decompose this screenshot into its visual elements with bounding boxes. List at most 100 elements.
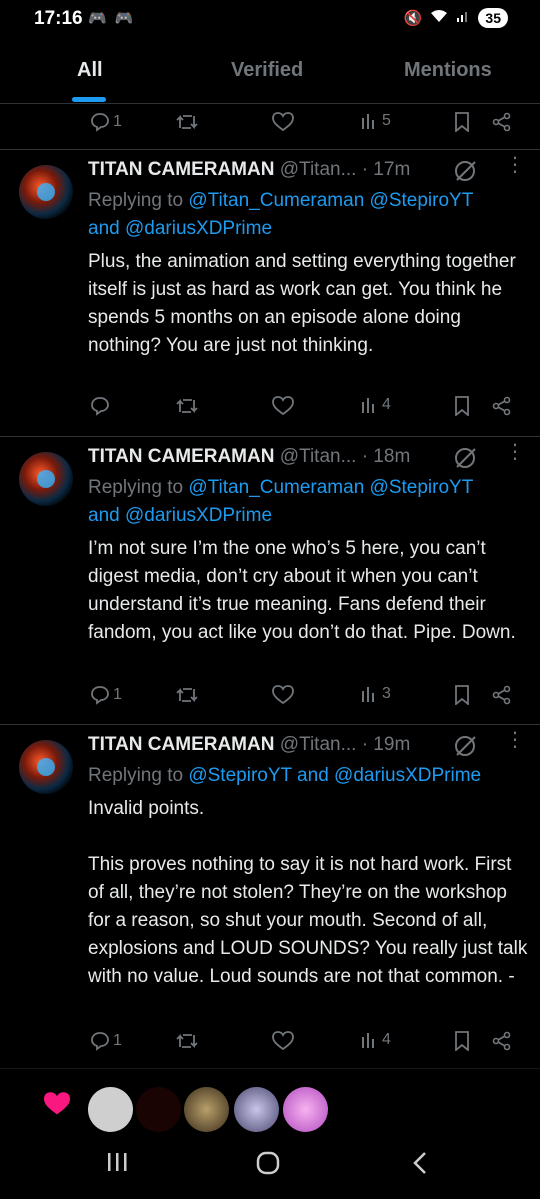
retweet-icon bbox=[176, 398, 198, 414]
handle[interactable]: @Titan... bbox=[280, 159, 357, 180]
status-time: 17:16 bbox=[34, 8, 83, 29]
liker-avatar[interactable] bbox=[283, 1087, 328, 1132]
views-icon bbox=[362, 398, 374, 413]
mention-link[interactable]: @dariusXDPrime bbox=[334, 765, 481, 786]
reply-button[interactable] bbox=[90, 396, 113, 416]
heart-icon bbox=[272, 1031, 294, 1051]
tweet-actions: 1 3 bbox=[0, 685, 540, 715]
home-icon[interactable] bbox=[255, 1150, 281, 1176]
mention-link[interactable]: @Titan_Cumeraman @StepiroYT bbox=[188, 190, 473, 211]
share-button[interactable] bbox=[492, 1031, 512, 1051]
bookmark-icon bbox=[455, 685, 469, 705]
mention-link[interactable]: @StepiroYT bbox=[188, 765, 291, 786]
share-button[interactable] bbox=[492, 685, 512, 705]
share-icon bbox=[492, 112, 511, 132]
handle[interactable]: @Titan... bbox=[280, 734, 357, 755]
bookmark-icon bbox=[455, 1031, 469, 1051]
tweet-actions: 4 bbox=[0, 396, 540, 426]
reply-count: 1 bbox=[113, 113, 122, 130]
avatar[interactable] bbox=[19, 165, 73, 219]
tweet-card[interactable]: TITAN CAMERAMAN @Titan... · 19m ⋮ Replyi… bbox=[0, 724, 540, 1069]
share-icon bbox=[492, 1031, 511, 1051]
mention-link[interactable]: @dariusXDPrime bbox=[125, 218, 272, 239]
liker-avatar[interactable] bbox=[136, 1087, 181, 1132]
system-nav-bar bbox=[0, 1132, 540, 1199]
reply-icon bbox=[91, 1032, 109, 1051]
bookmark-button[interactable] bbox=[454, 1031, 470, 1051]
liker-avatar[interactable] bbox=[234, 1087, 279, 1132]
recent-apps-icon[interactable] bbox=[105, 1150, 129, 1174]
mute-icon: 🔇 bbox=[403, 10, 423, 27]
views-button[interactable]: 4 bbox=[361, 1031, 391, 1049]
active-tab-indicator bbox=[72, 97, 106, 102]
reply-button[interactable]: 1 bbox=[90, 1031, 122, 1051]
display-name[interactable]: TITAN CAMERAMAN bbox=[88, 159, 274, 180]
retweet-button[interactable] bbox=[176, 1031, 198, 1051]
heart-icon bbox=[272, 112, 294, 132]
tab-mentions[interactable]: Mentions bbox=[404, 59, 492, 82]
mention-link[interactable]: @dariusXDPrime bbox=[125, 505, 272, 526]
share-button[interactable] bbox=[492, 112, 512, 132]
replying-to: Replying to @StepiroYT and @dariusXDPrim… bbox=[88, 765, 482, 786]
view-count: 4 bbox=[382, 1031, 391, 1048]
like-button[interactable] bbox=[272, 1031, 294, 1051]
top-tweet-actions: 1 5 bbox=[0, 108, 540, 138]
status-bar: 17:16 🎮 🎮 🔇 35 bbox=[0, 0, 540, 40]
display-name[interactable]: TITAN CAMERAMAN bbox=[88, 734, 274, 755]
reply-icon bbox=[91, 686, 109, 705]
retweet-button[interactable] bbox=[176, 396, 198, 416]
retweet-button[interactable] bbox=[176, 685, 198, 705]
reply-button[interactable]: 1 bbox=[90, 685, 122, 705]
wifi-icon bbox=[430, 9, 448, 27]
handle[interactable]: @Titan... bbox=[280, 446, 357, 467]
reply-button[interactable]: 1 bbox=[90, 112, 122, 132]
liker-avatar[interactable] bbox=[88, 1087, 133, 1132]
timestamp: · 18m bbox=[361, 446, 411, 467]
view-count: 4 bbox=[382, 396, 391, 413]
display-name[interactable]: TITAN CAMERAMAN bbox=[88, 446, 274, 467]
share-button[interactable] bbox=[492, 396, 512, 416]
back-icon[interactable] bbox=[410, 1150, 430, 1176]
reply-count: 1 bbox=[113, 1032, 122, 1049]
like-button[interactable] bbox=[272, 112, 294, 132]
timestamp: · 17m bbox=[361, 159, 411, 180]
more-options-icon[interactable]: ⋮ bbox=[505, 730, 525, 750]
views-icon bbox=[362, 1033, 374, 1048]
more-options-icon[interactable]: ⋮ bbox=[505, 155, 525, 175]
tweet-text: I’m not sure I’m the one who’s 5 here, y… bbox=[88, 538, 516, 643]
more-options-icon[interactable]: ⋮ bbox=[505, 442, 525, 462]
bookmark-button[interactable] bbox=[454, 112, 470, 132]
reply-icon bbox=[91, 113, 109, 132]
bookmark-button[interactable] bbox=[454, 685, 470, 705]
tweet-card[interactable]: TITAN CAMERAMAN @Titan... · 18m ⋮ Replyi… bbox=[0, 436, 540, 725]
tweet-text: Plus, the animation and setting everythi… bbox=[88, 251, 516, 356]
views-button[interactable]: 5 bbox=[361, 112, 391, 130]
view-count: 3 bbox=[382, 685, 391, 702]
retweet-icon bbox=[176, 114, 198, 130]
views-button[interactable]: 3 bbox=[361, 685, 391, 703]
tweet-actions: 1 4 bbox=[0, 1031, 540, 1061]
grok-icon[interactable] bbox=[454, 735, 478, 757]
liker-avatar[interactable] bbox=[184, 1087, 229, 1132]
tab-verified[interactable]: Verified bbox=[231, 59, 303, 82]
liked-heart-icon bbox=[44, 1092, 70, 1115]
bookmark-button[interactable] bbox=[454, 396, 470, 416]
views-button[interactable]: 4 bbox=[361, 396, 391, 414]
heart-icon bbox=[272, 396, 294, 416]
avatar[interactable] bbox=[19, 452, 73, 506]
grok-icon[interactable] bbox=[454, 447, 478, 469]
reply-icon bbox=[91, 397, 109, 416]
heart-icon bbox=[272, 685, 294, 705]
retweet-button[interactable] bbox=[176, 112, 198, 132]
tab-all[interactable]: All bbox=[77, 59, 103, 82]
signal-icon bbox=[456, 9, 470, 27]
avatar[interactable] bbox=[19, 740, 73, 794]
tweet-card[interactable]: TITAN CAMERAMAN @Titan... · 17m ⋮ Replyi… bbox=[0, 149, 540, 437]
like-button[interactable] bbox=[272, 685, 294, 705]
like-button[interactable] bbox=[272, 396, 294, 416]
mention-link[interactable]: @Titan_Cumeraman @StepiroYT bbox=[188, 477, 473, 498]
views-icon bbox=[362, 114, 374, 129]
timestamp: · 19m bbox=[361, 734, 411, 755]
grok-icon[interactable] bbox=[454, 160, 478, 182]
replying-to: Replying to @Titan_Cumeraman @StepiroYT … bbox=[88, 477, 474, 526]
